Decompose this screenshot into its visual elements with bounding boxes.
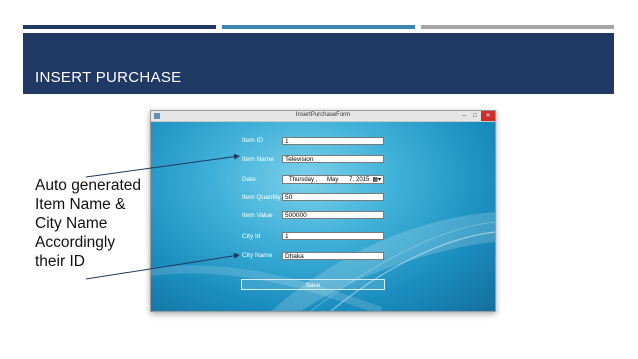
arrow-to-item-name — [85, 153, 240, 178]
annotation-arrows — [85, 153, 240, 280]
arrow-to-city-name — [85, 252, 240, 280]
